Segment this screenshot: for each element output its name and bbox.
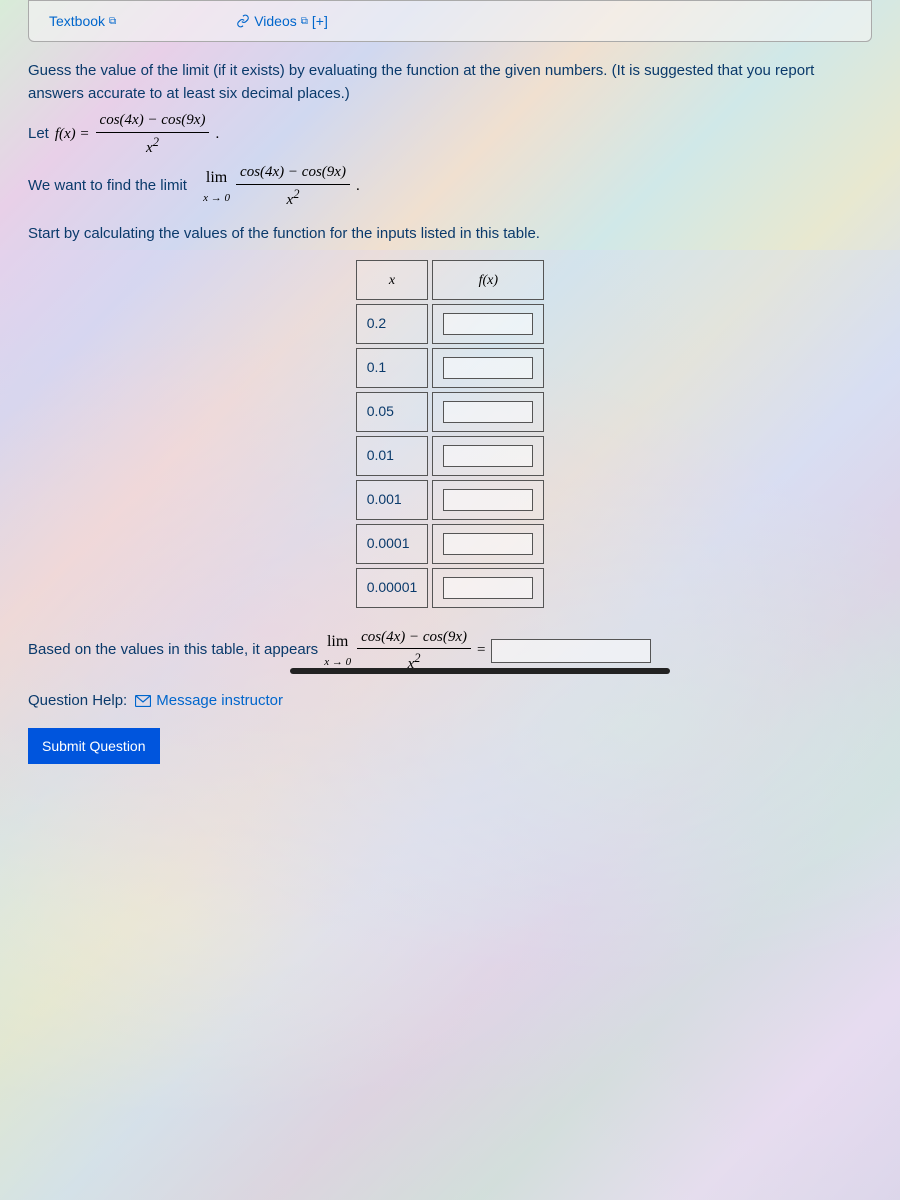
limit-symbol: lim x → 0: [203, 166, 230, 207]
help-label: Question Help:: [28, 690, 127, 713]
table-row: 0.05: [356, 392, 545, 432]
th-x: x: [356, 260, 429, 300]
external-link-icon: ⧉: [109, 16, 116, 27]
table-row: 0.0001: [356, 524, 545, 564]
fx-input-5[interactable]: [443, 533, 533, 555]
textbook-label: Textbook: [49, 13, 105, 29]
table-row: 0.01: [356, 436, 545, 476]
mail-icon: [135, 695, 151, 707]
x-cell: 0.1: [356, 348, 429, 388]
x-cell: 0.0001: [356, 524, 429, 564]
fx-input-3[interactable]: [443, 445, 533, 467]
textbook-link[interactable]: Textbook ⧉: [49, 13, 116, 29]
equals: =: [477, 639, 485, 662]
based-text: Based on the values in this table, it ap…: [28, 639, 318, 662]
startby-text: Start by calculating the values of the f…: [28, 223, 872, 246]
intro-text: Guess the value of the limit (if it exis…: [28, 60, 872, 105]
x-cell: 0.00001: [356, 568, 429, 608]
fx-input-2[interactable]: [443, 401, 533, 423]
horizontal-scrollbar[interactable]: [290, 668, 670, 674]
fx-text: f(x) =: [55, 123, 90, 146]
expand-plus[interactable]: [+]: [312, 13, 328, 29]
fx-input-6[interactable]: [443, 577, 533, 599]
table-row: 0.00001: [356, 568, 545, 608]
let-text: Let: [28, 123, 49, 146]
message-instructor-link[interactable]: Message instructor: [135, 690, 283, 713]
denominator: x2: [142, 133, 163, 160]
table-row: 0.2: [356, 304, 545, 344]
fx-input-1[interactable]: [443, 357, 533, 379]
help-line: Question Help: Message instructor: [28, 690, 872, 713]
fx-input-4[interactable]: [443, 489, 533, 511]
external-link-icon: ⧉: [301, 16, 308, 27]
x-cell: 0.01: [356, 436, 429, 476]
let-line: Let f(x) = cos(4x) − cos(9x) x2 .: [28, 109, 872, 159]
limit-symbol-2: lim x → 0: [324, 630, 351, 671]
table-row: 0.1: [356, 348, 545, 388]
period: .: [356, 175, 360, 198]
x-cell: 0.05: [356, 392, 429, 432]
wewant-text: We want to find the limit: [28, 175, 187, 198]
fraction-2: cos(4x) − cos(9x) x2: [236, 161, 350, 211]
limit-line: We want to find the limit lim x → 0 cos(…: [28, 161, 872, 211]
table-row: 0.001: [356, 480, 545, 520]
values-table: x f(x) 0.2 0.1 0.05 0.01 0.001 0.0001 0.…: [352, 256, 549, 612]
resource-tabs: Textbook ⧉ Videos ⧉ [+]: [28, 0, 872, 42]
x-cell: 0.2: [356, 304, 429, 344]
x-cell: 0.001: [356, 480, 429, 520]
fx-input-0[interactable]: [443, 313, 533, 335]
numerator: cos(4x) − cos(9x): [96, 109, 210, 133]
th-fx: f(x): [432, 260, 544, 300]
limit-answer-input[interactable]: [491, 639, 651, 663]
videos-link[interactable]: Videos ⧉ [+]: [236, 13, 328, 29]
submit-button[interactable]: Submit Question: [28, 728, 160, 764]
period: .: [215, 123, 219, 146]
link-icon: [236, 14, 250, 28]
msg-label: Message instructor: [156, 690, 283, 713]
videos-label: Videos: [254, 13, 297, 29]
problem-body: Guess the value of the limit (if it exis…: [0, 60, 900, 764]
fraction-1: cos(4x) − cos(9x) x2: [96, 109, 210, 159]
